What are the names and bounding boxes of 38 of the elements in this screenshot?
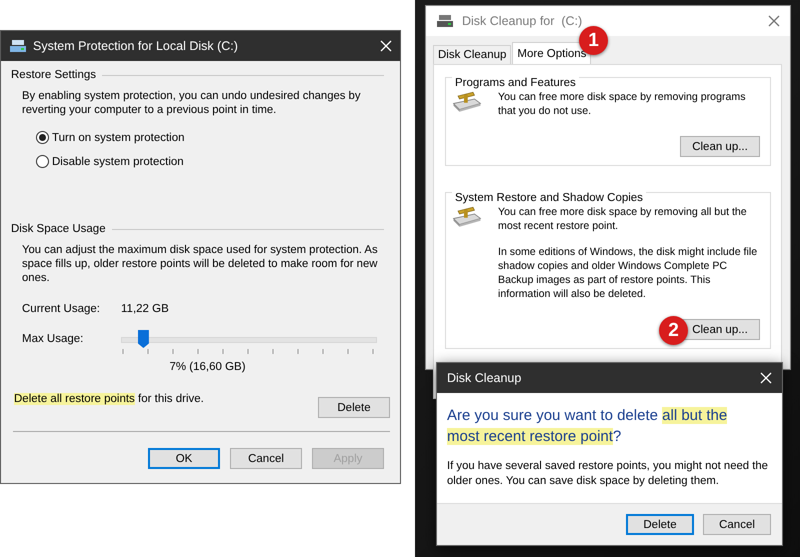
usage-reading: 7% (16,60 GB) bbox=[168, 361, 247, 373]
field-label: Current Usage: bbox=[22, 303, 101, 315]
window-title: System Protection for Local Disk (C:) bbox=[33, 39, 239, 53]
group-heading: Disk Space Usage bbox=[11, 223, 106, 235]
drive-icon bbox=[436, 14, 454, 28]
usage-slider[interactable] bbox=[121, 330, 377, 348]
dialog-button[interactable]: Delete bbox=[626, 514, 694, 535]
tab[interactable]: Disk Cleanup bbox=[433, 45, 512, 64]
dialog-button[interactable]: OK bbox=[148, 448, 220, 469]
group-heading: System Restore and Shadow Copies bbox=[452, 192, 646, 204]
description: By enabling system protection, you can undo undesired changes by reverting your computer to a previous point in time. bbox=[22, 89, 362, 117]
delete-button[interactable]: Delete bbox=[318, 397, 390, 418]
dialog-button[interactable]: Cancel bbox=[703, 514, 771, 535]
window-title: Disk Cleanup bbox=[447, 371, 522, 385]
description: You can free more disk space by removing programs that you do not use. bbox=[498, 90, 747, 118]
delete-description: Delete all restore points for this drive. bbox=[14, 392, 204, 407]
description: You can free more disk space by removing all but the most recent restore point. bbox=[498, 205, 748, 233]
radio-option[interactable]: Disable system protection bbox=[36, 155, 384, 168]
description: In some editions of Windows, the disk might include file shadow copies and older Windows Complete PC Backup images as part of restore points. This information will also be deleted. bbox=[498, 245, 758, 301]
dialog-button[interactable]: Cancel bbox=[230, 448, 302, 469]
field-label: Max Usage: bbox=[22, 333, 84, 345]
clean-up-button[interactable]: Clean up... bbox=[680, 136, 760, 157]
drive-icon bbox=[452, 205, 482, 228]
group-heading: Programs and Features bbox=[452, 77, 579, 89]
confirm-question: Are you sure you want to delete all but the most recent restore point? bbox=[447, 406, 728, 447]
close-icon bbox=[380, 40, 392, 52]
clean-up-button[interactable]: Clean up... bbox=[680, 319, 760, 340]
close-icon bbox=[760, 372, 772, 384]
window-title: Disk Cleanup for (C:) bbox=[462, 14, 584, 28]
group-heading: Restore Settings bbox=[11, 69, 96, 81]
description: If you have several saved restore points, you might not need the older ones. You can save disk space by deleting them. bbox=[447, 459, 769, 489]
slider-thumb[interactable] bbox=[138, 330, 149, 348]
description: You can adjust the maximum disk space used for system protection. As space fills up, older restore points will be deleted to make room for new ones. bbox=[22, 243, 379, 285]
drive-icon bbox=[452, 90, 482, 112]
drive-icon bbox=[9, 39, 27, 53]
close-icon bbox=[768, 15, 780, 27]
radio-option[interactable]: Turn on system protection bbox=[36, 131, 384, 144]
usage-value: 11,22 GB bbox=[121, 303, 169, 315]
